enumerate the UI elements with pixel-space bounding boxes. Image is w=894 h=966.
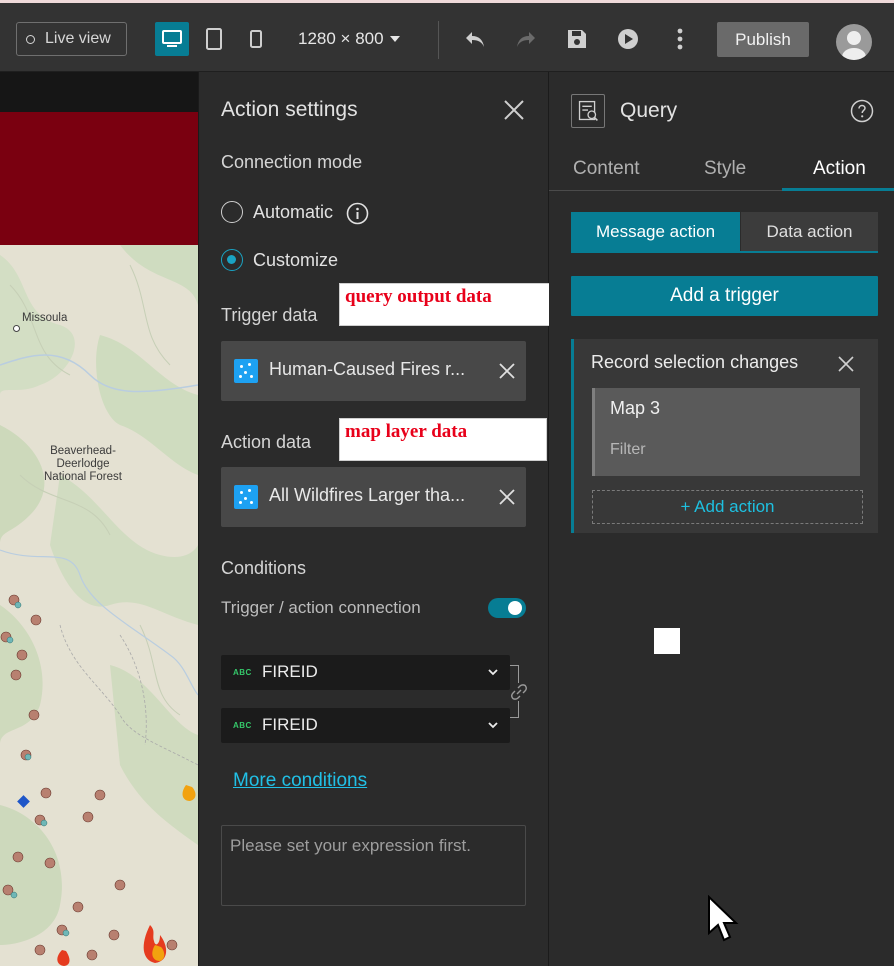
- tablet-device-button[interactable]: [197, 22, 231, 56]
- data-action-button[interactable]: Data action: [741, 212, 878, 252]
- customize-label: Customize: [253, 250, 339, 270]
- desktop-icon: [162, 30, 182, 47]
- preview-button[interactable]: [615, 26, 641, 52]
- action-type: Filter: [610, 441, 646, 458]
- conditions-label: Conditions: [221, 558, 307, 578]
- chevron-down-icon: [488, 669, 498, 676]
- annotation-map-layer: map layer data: [339, 418, 547, 461]
- action-settings-panel: Action settings Connection mode Automati…: [198, 72, 556, 966]
- white-square: [654, 628, 680, 654]
- chevron-down-icon: [488, 722, 498, 729]
- action-data-label: Action data: [221, 432, 312, 452]
- expression-placeholder: Please set your expression first.: [230, 836, 471, 855]
- phone-icon: [250, 30, 262, 48]
- automatic-label: Automatic: [253, 202, 334, 222]
- action-target: Map 3: [610, 398, 661, 418]
- trigger-data-source[interactable]: Human-Caused Fires r...: [221, 341, 526, 401]
- user-icon: [842, 31, 866, 60]
- segment-underline: [571, 251, 878, 253]
- annotation-query-output: query output data: [339, 283, 556, 326]
- add-action-button[interactable]: + Add action: [592, 490, 863, 524]
- publish-button[interactable]: Publish: [717, 22, 809, 57]
- save-button[interactable]: [564, 26, 590, 52]
- user-avatar[interactable]: [836, 24, 872, 60]
- tab-action[interactable]: Action: [813, 158, 866, 180]
- toolbar-divider: [438, 21, 439, 59]
- add-trigger-button[interactable]: Add a trigger: [571, 276, 878, 316]
- more-options-button[interactable]: [667, 26, 693, 52]
- customize-radio[interactable]: [221, 249, 243, 271]
- automatic-radio[interactable]: [221, 201, 243, 223]
- tablet-icon: [206, 28, 222, 50]
- feature-layer-icon: [234, 359, 258, 383]
- action-data-source[interactable]: All Wildfires Larger tha...: [221, 467, 526, 527]
- link-icon: [510, 683, 528, 701]
- action-settings-title: Action settings: [221, 98, 358, 121]
- query-tabs: Content Style Action: [549, 150, 894, 191]
- undo-button[interactable]: [462, 26, 488, 52]
- action-field-name: FIREID: [262, 715, 318, 734]
- trigger-field-name: FIREID: [262, 662, 318, 681]
- trigger-field-select[interactable]: ABC FIREID: [221, 655, 510, 690]
- map-label-missoula: Missoula: [22, 312, 68, 324]
- desktop-device-button[interactable]: [155, 22, 189, 56]
- missoula-city-marker: [13, 325, 20, 332]
- app-banner: [0, 112, 198, 245]
- tab-style[interactable]: Style: [704, 158, 746, 180]
- resolution-dropdown[interactable]: 1280 × 800: [298, 29, 401, 49]
- map-label-forest: Beaverhead- Deerlodge National Forest: [44, 445, 122, 483]
- app-header-bar: [0, 72, 198, 112]
- string-type-badge: ABC: [233, 721, 252, 730]
- map-view[interactable]: [0, 245, 198, 966]
- feature-layer-icon: [234, 485, 258, 509]
- caret-down-icon: [390, 36, 401, 42]
- string-type-badge: ABC: [233, 668, 252, 677]
- info-icon[interactable]: [346, 202, 369, 225]
- query-title: Query: [620, 99, 678, 122]
- undo-icon: [466, 32, 484, 47]
- redo-button[interactable]: [513, 26, 539, 52]
- trigger-title: Record selection changes: [591, 352, 799, 372]
- live-view-indicator-icon: [26, 34, 35, 44]
- trigger-action-connection-label: Trigger / action connection: [221, 598, 421, 617]
- message-action-button[interactable]: Message action: [571, 212, 740, 252]
- query-settings-panel: Query Content Style Action Message actio…: [549, 72, 894, 966]
- trigger-data-name: Human-Caused Fires r...: [269, 359, 466, 379]
- more-vertical-icon: [677, 28, 683, 50]
- action-field-select[interactable]: ABC FIREID: [221, 708, 510, 743]
- query-widget-icon: [571, 94, 605, 128]
- trigger-card: Record selection changes Map 3 Filter + …: [571, 339, 878, 533]
- close-icon[interactable]: [837, 355, 855, 373]
- live-view-button[interactable]: Live view: [16, 22, 127, 56]
- close-icon[interactable]: [503, 99, 525, 121]
- action-item[interactable]: Map 3 Filter: [592, 388, 860, 476]
- tab-content[interactable]: Content: [573, 158, 640, 180]
- save-icon: [568, 30, 586, 48]
- trigger-data-label: Trigger data: [221, 305, 318, 325]
- mouse-cursor-icon: [708, 895, 739, 942]
- connection-mode-label: Connection mode: [221, 152, 363, 172]
- remove-action-data-icon[interactable]: [498, 488, 516, 506]
- active-tab-indicator: [782, 188, 894, 191]
- trigger-action-connection-toggle[interactable]: [488, 598, 526, 618]
- resolution-value: 1280 × 800: [298, 29, 384, 48]
- top-toolbar: Live view 1280 × 800 Publish: [0, 0, 894, 72]
- help-icon[interactable]: [850, 99, 874, 123]
- play-icon: [618, 29, 638, 49]
- live-view-label: Live view: [45, 30, 111, 47]
- phone-device-button[interactable]: [239, 22, 273, 56]
- remove-trigger-data-icon[interactable]: [498, 362, 516, 380]
- more-conditions-link[interactable]: More conditions: [233, 770, 367, 792]
- expression-box[interactable]: Please set your expression first.: [221, 825, 526, 906]
- action-data-name: All Wildfires Larger tha...: [269, 485, 466, 505]
- app-canvas[interactable]: Missoula Beaverhead- Deerlodge National …: [0, 72, 198, 966]
- redo-icon: [517, 32, 535, 47]
